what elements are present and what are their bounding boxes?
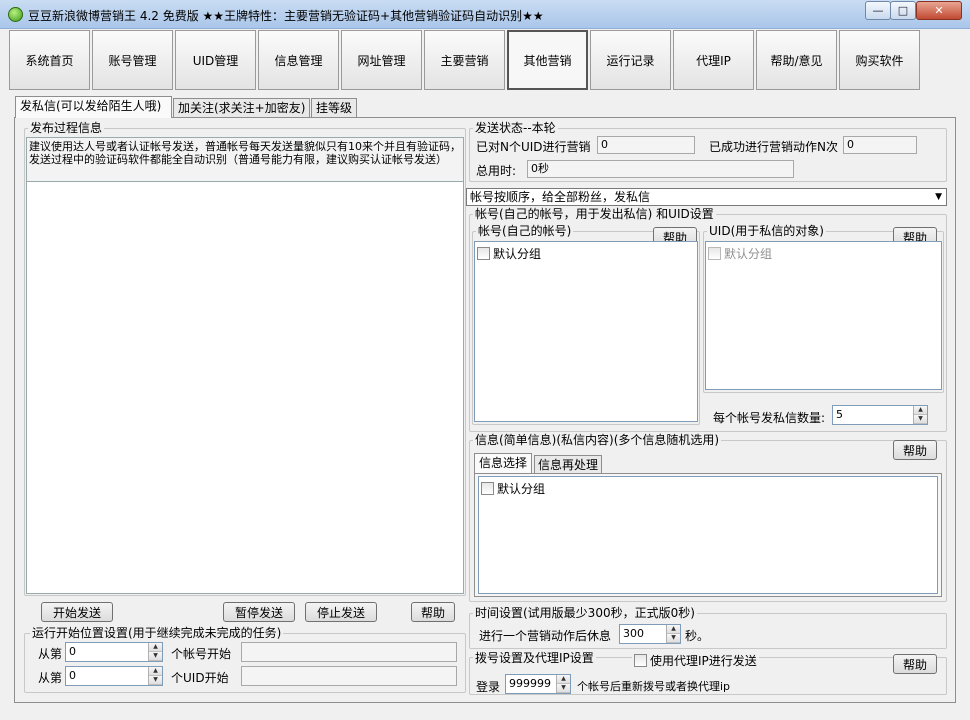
nav-other-marketing-button[interactable]: 其他营销 (507, 30, 588, 90)
log-group-title: 发布过程信息 (28, 121, 105, 135)
per-account-spin-arrows[interactable]: ▲ ▼ (913, 406, 927, 424)
account-from-label: 从第 (38, 647, 63, 661)
login-count-value: 999999 (509, 677, 551, 690)
nav-uid-button[interactable]: UID管理 (175, 30, 256, 90)
nav-home-button[interactable]: 系统首页 (9, 30, 90, 90)
uid-default-group-checkbox[interactable] (708, 247, 721, 260)
status-group-title: 发送状态--本轮 (473, 121, 558, 135)
nav-proxy-ip-button[interactable]: 代理IP (673, 30, 754, 90)
spin-down-icon[interactable]: ▼ (149, 652, 162, 661)
spin-up-icon[interactable]: ▲ (667, 625, 680, 634)
uid-default-group-label: 默认分组 (724, 247, 773, 261)
nav-run-log-button[interactable]: 运行记录 (590, 30, 671, 90)
nav-help-button[interactable]: 帮助/意见 (756, 30, 837, 90)
own-default-group-label: 默认分组 (493, 247, 542, 261)
spin-down-icon[interactable]: ▼ (667, 634, 680, 643)
uid-default-group-item[interactable]: 默认分组 (708, 245, 939, 262)
login-count-suffix: 个帐号后重新拨号或者换代理ip (577, 680, 731, 693)
account-start-suffix: 个帐号开始 (171, 647, 232, 661)
per-account-label: 每个帐号发私信数量: (713, 411, 826, 425)
uid-count-field: 0 (597, 136, 695, 154)
tab-private-message[interactable]: 发私信(可以发给陌生人哦) (15, 96, 172, 118)
uid-start-value: 0 (69, 669, 76, 682)
stop-send-button[interactable]: 停止发送 (305, 602, 377, 622)
spin-up-icon[interactable]: ▲ (914, 406, 927, 415)
account-start-stepper[interactable]: 0 ▲ ▼ (65, 642, 163, 662)
dial-group-title: 拨号设置及代理IP设置 (473, 651, 596, 665)
info-help-button[interactable]: 帮助 (893, 440, 937, 460)
own-default-group-item[interactable]: 默认分组 (477, 245, 695, 262)
tab-follow[interactable]: 加关注(求关注+加密友) (173, 98, 310, 117)
use-proxy-checkbox[interactable] (634, 654, 647, 667)
info-default-group-label: 默认分组 (497, 482, 546, 496)
nav-accounts-button[interactable]: 账号管理 (92, 30, 173, 90)
account-start-info-field (241, 642, 457, 662)
spin-up-icon[interactable]: ▲ (149, 643, 162, 652)
dial-help-button[interactable]: 帮助 (893, 654, 937, 674)
mode-select[interactable]: 帐号按顺序，给全部粉丝，发私信 ▼ (466, 188, 947, 206)
spin-up-icon[interactable]: ▲ (557, 675, 570, 684)
login-count-stepper[interactable]: 999999 ▲ ▼ (505, 674, 571, 694)
own-default-group-checkbox[interactable] (477, 247, 490, 260)
uid-targets-list[interactable]: 默认分组 (705, 241, 942, 390)
success-count-field: 0 (843, 136, 917, 154)
info-default-group-item[interactable]: 默认分组 (481, 480, 935, 497)
pause-send-button[interactable]: 暂停发送 (223, 602, 295, 622)
nav-main-marketing-button[interactable]: 主要营销 (424, 30, 505, 90)
spin-down-icon[interactable]: ▼ (914, 415, 927, 424)
timing-group-title: 时间设置(试用版最少300秒，正式版0秒) (473, 606, 697, 620)
spin-up-icon[interactable]: ▲ (149, 667, 162, 676)
total-time-field: 0秒 (527, 160, 794, 178)
spin-down-icon[interactable]: ▼ (149, 676, 162, 685)
info-default-group-checkbox[interactable] (481, 482, 494, 495)
nav-urls-button[interactable]: 网址管理 (341, 30, 422, 90)
app-logo-icon (8, 7, 23, 22)
per-account-stepper[interactable]: 5 ▲ ▼ (832, 405, 928, 425)
chevron-down-icon[interactable]: ▼ (935, 189, 942, 205)
uid-start-info-field (241, 666, 457, 686)
log-textarea[interactable]: 建议使用达人号或者认证帐号发送，普通帐号每天发送量貌似只有10来个并且有验证码，… (26, 137, 464, 594)
own-accounts-title: 帐号(自己的帐号) (476, 224, 574, 238)
maximize-button[interactable]: □ (890, 1, 916, 20)
success-count-label: 已成功进行营销动作N次 (709, 140, 838, 154)
use-proxy-option[interactable]: 使用代理IP进行发送 (632, 652, 759, 669)
left-help-button[interactable]: 帮助 (411, 602, 455, 622)
uid-start-spin-arrows[interactable]: ▲ ▼ (148, 667, 162, 685)
uid-from-label: 从第 (38, 671, 63, 685)
window-title: 豆豆新浪微博营销王 4.2 免费版 ★★王牌特性：主要营销无验证码+其他营销验证… (28, 9, 544, 23)
account-start-value: 0 (69, 645, 76, 658)
use-proxy-label: 使用代理IP进行发送 (650, 654, 757, 668)
login-label: 登录 (476, 680, 501, 694)
uid-start-suffix: 个UID开始 (171, 671, 229, 685)
rest-time-unit: 秒。 (685, 629, 710, 643)
nav-messages-button[interactable]: 信息管理 (258, 30, 339, 90)
accounts-group-title: 帐号(自己的帐号，用于发出私信) 和UID设置 (473, 207, 716, 221)
per-account-value: 5 (836, 408, 843, 421)
uid-targets-title: UID(用于私信的对象) (707, 224, 826, 238)
rest-time-label: 进行一个营销动作后休息 (479, 629, 612, 643)
log-hint-text: 建议使用达人号或者认证帐号发送，普通帐号每天发送量貌似只有10来个并且有验证码，… (27, 138, 463, 182)
tab-level[interactable]: 挂等级 (311, 98, 357, 117)
login-count-spin-arrows[interactable]: ▲ ▼ (556, 675, 570, 693)
nav-buy-button[interactable]: 购买软件 (839, 30, 920, 90)
close-button[interactable]: ✕ (916, 1, 962, 20)
info-list[interactable]: 默认分组 (478, 476, 938, 594)
spin-down-icon[interactable]: ▼ (557, 684, 570, 693)
tab-info-reprocess[interactable]: 信息再处理 (534, 455, 603, 474)
rest-time-value: 300 (623, 627, 644, 640)
own-accounts-list[interactable]: 默认分组 (474, 241, 698, 422)
start-send-button[interactable]: 开始发送 (41, 602, 113, 622)
position-group-title: 运行开始位置设置(用于继续完成未完成的任务) (30, 626, 284, 640)
mode-select-value: 帐号按顺序，给全部粉丝，发私信 (470, 190, 651, 204)
rest-time-stepper[interactable]: 300 ▲ ▼ (619, 624, 681, 644)
account-start-spin-arrows[interactable]: ▲ ▼ (148, 643, 162, 661)
total-time-label: 总用时: (476, 164, 517, 178)
rest-time-spin-arrows[interactable]: ▲ ▼ (666, 625, 680, 643)
tab-info-select[interactable]: 信息选择 (474, 453, 533, 474)
uid-start-stepper[interactable]: 0 ▲ ▼ (65, 666, 163, 686)
minimize-button[interactable]: — (865, 1, 891, 20)
info-group-title: 信息(简单信息)(私信内容)(多个信息随机选用) (473, 433, 722, 447)
uid-count-label: 已对N个UID进行营销 (476, 140, 591, 154)
